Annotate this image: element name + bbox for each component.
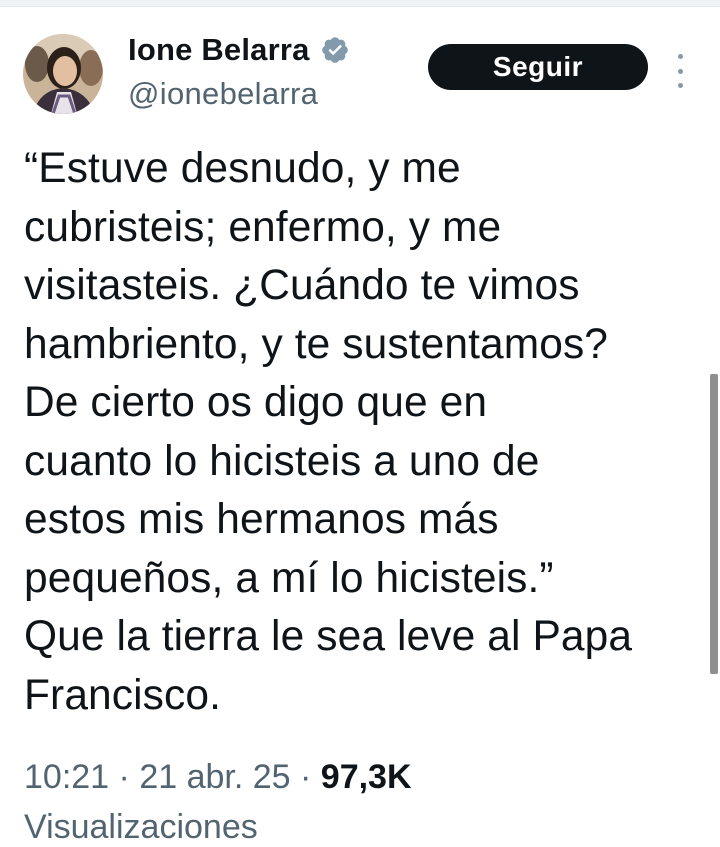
user-handle[interactable]: @ionebelarra: [128, 76, 350, 112]
more-vertical-icon[interactable]: [668, 54, 692, 88]
top-divider: [0, 0, 720, 7]
display-name[interactable]: Ione Belarra: [128, 32, 310, 68]
views-label: Visualizaciones: [24, 808, 258, 846]
more-dot: [677, 83, 683, 88]
tweet-meta: 10:21 · 21 abr. 25 · 97,3K: [24, 758, 412, 797]
meta-separator: ·: [290, 758, 321, 796]
follow-button[interactable]: Seguir: [428, 44, 648, 90]
avatar-image: [23, 34, 103, 114]
verified-badge-icon: [321, 37, 348, 63]
tweet-header: Ione Belarra @ionebelarra Seguir: [0, 26, 720, 122]
scrollbar[interactable]: [710, 374, 718, 674]
avatar[interactable]: [23, 34, 103, 114]
tweet-text: “Estuve desnudo, y me cubristeis; enferm…: [24, 145, 633, 719]
author-info: Ione Belarra @ionebelarra: [128, 30, 350, 112]
tweet-time[interactable]: 10:21: [24, 758, 109, 796]
tweet-date[interactable]: 21 abr. 25: [139, 758, 290, 796]
more-dot: [677, 54, 683, 59]
views-count[interactable]: 97,3K: [321, 758, 412, 796]
name-row: Ione Belarra: [128, 30, 350, 70]
more-dot: [677, 68, 683, 74]
meta-separator: ·: [109, 758, 140, 796]
